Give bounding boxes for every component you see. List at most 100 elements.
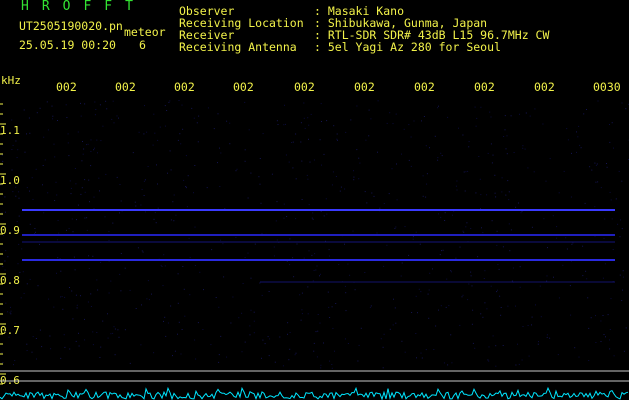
noise-speck xyxy=(54,156,56,158)
noise-speck xyxy=(609,348,611,350)
noise-speck xyxy=(178,321,180,323)
noise-speck xyxy=(153,218,155,220)
noise-speck xyxy=(144,211,146,213)
noise-speck xyxy=(220,239,222,241)
noise-speck xyxy=(17,149,19,151)
noise-speck xyxy=(10,306,11,308)
noise-speck xyxy=(566,128,568,130)
noise-speck xyxy=(253,332,255,334)
noise-speck xyxy=(90,293,92,295)
noise-speck xyxy=(295,352,297,354)
noise-speck xyxy=(543,218,545,220)
noise-speck xyxy=(100,346,102,348)
noise-speck xyxy=(459,324,461,326)
noise-speck xyxy=(120,253,122,254)
noise-speck xyxy=(247,252,249,254)
noise-speck xyxy=(11,149,13,150)
noise-speck xyxy=(135,308,137,309)
noise-speck xyxy=(21,248,23,250)
noise-speck xyxy=(344,338,346,340)
noise-speck xyxy=(392,123,394,125)
noise-speck xyxy=(391,168,393,170)
noise-speck xyxy=(296,243,298,245)
noise-speck xyxy=(622,270,624,272)
noise-speck xyxy=(368,109,370,111)
noise-speck xyxy=(94,101,96,103)
noise-speck xyxy=(230,322,232,324)
noise-speck xyxy=(498,268,500,270)
noise-speck xyxy=(331,367,333,369)
noise-speck xyxy=(104,216,106,218)
noise-speck xyxy=(207,107,209,109)
noise-speck xyxy=(404,351,406,353)
noise-speck xyxy=(146,298,148,300)
noise-speck xyxy=(496,291,498,293)
noise-speck xyxy=(47,129,49,131)
noise-speck xyxy=(36,358,37,360)
noise-speck xyxy=(358,178,360,180)
noise-speck xyxy=(141,304,142,306)
noise-speck xyxy=(613,147,614,149)
noise-speck xyxy=(75,183,77,185)
noise-speck xyxy=(323,215,325,217)
noise-speck xyxy=(345,131,347,133)
noise-speck xyxy=(113,122,115,124)
noise-speck xyxy=(595,181,597,183)
noise-speck xyxy=(262,133,264,135)
noise-level-plot xyxy=(0,386,629,400)
noise-speck xyxy=(602,277,604,279)
noise-speck xyxy=(520,212,522,214)
noise-speck xyxy=(44,159,46,161)
noise-speck xyxy=(287,322,289,324)
noise-speck xyxy=(415,231,417,233)
noise-speck xyxy=(377,151,378,153)
noise-speck xyxy=(18,191,20,193)
noise-speck xyxy=(586,278,588,280)
noise-speck xyxy=(389,328,391,330)
noise-speck xyxy=(556,237,558,239)
noise-speck xyxy=(72,318,74,320)
noise-speck xyxy=(172,201,174,203)
noise-speck xyxy=(307,117,309,119)
noise-speck xyxy=(456,189,458,191)
noise-speck xyxy=(132,152,134,154)
noise-speck xyxy=(578,125,580,127)
noise-speck xyxy=(596,163,598,165)
noise-speck xyxy=(194,226,196,228)
noise-speck xyxy=(154,132,156,134)
noise-speck xyxy=(3,235,5,237)
noise-speck xyxy=(141,250,143,252)
noise-speck xyxy=(349,274,351,276)
noise-speck xyxy=(170,219,172,221)
noise-speck xyxy=(289,348,291,350)
noise-speck xyxy=(47,192,49,194)
noise-speck xyxy=(546,275,548,277)
noise-speck xyxy=(117,329,119,331)
noise-speck xyxy=(114,354,116,356)
noise-speck xyxy=(244,257,246,258)
noise-speck xyxy=(370,118,372,120)
noise-speck xyxy=(54,200,56,201)
noise-speck xyxy=(97,152,98,154)
noise-speck xyxy=(487,359,489,361)
noise-speck xyxy=(595,315,596,317)
noise-speck xyxy=(422,175,424,177)
noise-speck xyxy=(353,176,355,178)
noise-speck xyxy=(620,219,621,221)
noise-speck xyxy=(140,204,142,206)
noise-speck xyxy=(57,257,59,259)
noise-speck xyxy=(63,334,65,336)
noise-speck xyxy=(321,164,322,166)
noise-speck xyxy=(69,287,70,288)
noise-speck xyxy=(511,280,513,282)
noise-speck xyxy=(583,113,585,115)
noise-speck xyxy=(143,133,145,135)
noise-speck xyxy=(447,364,449,366)
noise-speck xyxy=(317,330,319,332)
noise-speck xyxy=(571,243,573,245)
noise-speck xyxy=(90,151,92,152)
noise-speck xyxy=(202,329,204,330)
noise-speck xyxy=(80,102,81,104)
noise-speck xyxy=(300,141,302,143)
noise-speck xyxy=(501,191,503,193)
